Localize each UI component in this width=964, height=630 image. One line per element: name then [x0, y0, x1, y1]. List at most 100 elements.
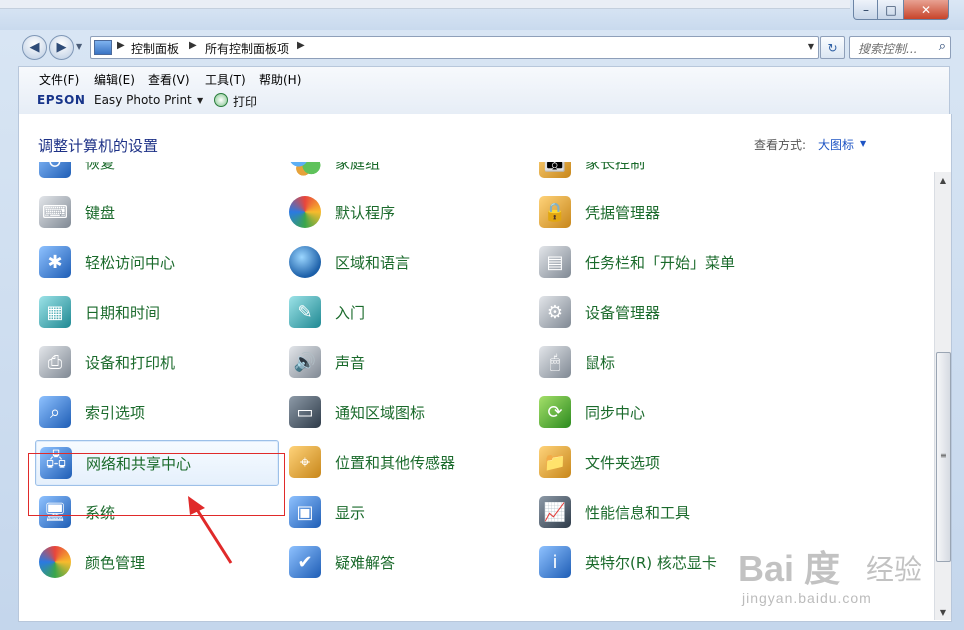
- title-bar[interactable]: – □ ✕: [0, 0, 964, 30]
- cp-item[interactable]: 区域和语言: [285, 240, 535, 284]
- sound-icon: 🔊: [289, 346, 321, 378]
- print-button[interactable]: 打印: [233, 93, 257, 110]
- close-button[interactable]: ✕: [903, 0, 949, 20]
- address-bar[interactable]: ▶ 控制面板 ▶ 所有控制面板项 ▶ ▼: [90, 36, 819, 59]
- chevron-down-icon[interactable]: ▼: [860, 139, 866, 148]
- cp-item[interactable]: ⌨ 键盘: [35, 190, 285, 234]
- chevron-right-icon[interactable]: ▶: [297, 40, 305, 51]
- chevron-right-icon[interactable]: ▶: [117, 40, 125, 51]
- watermark-logo: Bai 度: [738, 548, 841, 589]
- cp-item-label: 位置和其他传感器: [335, 453, 456, 472]
- scroll-up-icon[interactable]: ▲: [935, 172, 951, 188]
- forward-button[interactable]: ▶: [49, 35, 74, 60]
- homegroup-icon: [289, 162, 321, 178]
- cp-item[interactable]: 颜色管理: [35, 540, 285, 584]
- cp-item-label: 同步中心: [585, 403, 646, 422]
- cp-item[interactable]: 🔒 凭据管理器: [535, 190, 785, 234]
- troubleshooting-icon: ✔: [289, 546, 321, 578]
- cp-item-label: 键盘: [85, 203, 116, 222]
- cp-item[interactable]: ⌕ 索引选项: [35, 390, 285, 434]
- watermark-url: jingyan.baidu.com: [742, 590, 872, 606]
- view-by-dropdown[interactable]: 大图标: [818, 136, 854, 153]
- baidu-watermark: Bai 度 经验 jingyan.baidu.com: [738, 540, 948, 610]
- location-sensors-icon: ⌖: [289, 446, 321, 478]
- easy-photo-print-button[interactable]: Easy Photo Print: [94, 93, 192, 107]
- refresh-button[interactable]: ↻: [820, 36, 845, 59]
- minimize-button[interactable]: –: [853, 0, 879, 20]
- cp-item[interactable]: ✎ 入门: [285, 290, 535, 334]
- sync-center-icon: ⟳: [539, 396, 571, 428]
- date-time-icon: ▦: [39, 296, 71, 328]
- menu-edit[interactable]: 编辑(E): [94, 71, 135, 88]
- cp-item-label: 家长控制: [585, 162, 646, 172]
- default-programs-icon: [289, 196, 321, 228]
- cp-item[interactable]: ▣ 显示: [285, 490, 535, 534]
- cp-item[interactable]: ✔ 疑难解答: [285, 540, 535, 584]
- region-language-icon: [289, 246, 321, 278]
- cp-item-label: 凭据管理器: [585, 203, 661, 222]
- indexing-options-icon: ⌕: [39, 396, 71, 428]
- cp-item[interactable]: 🔊 声音: [285, 340, 535, 384]
- performance-icon: 📈: [539, 496, 571, 528]
- watermark-text: 经验: [866, 553, 923, 586]
- search-box[interactable]: 搜索控制... ⌕: [849, 36, 951, 59]
- search-input[interactable]: 搜索控制...: [858, 40, 917, 57]
- address-dropdown-icon[interactable]: ▼: [808, 42, 814, 51]
- cp-item-label: 家庭组: [335, 162, 381, 172]
- keyboard-icon: ⌨: [39, 196, 71, 228]
- chevron-right-icon[interactable]: ▶: [189, 40, 197, 51]
- cp-item[interactable]: ⚙ 设备管理器: [535, 290, 785, 334]
- chevron-down-icon[interactable]: ▼: [197, 96, 203, 105]
- breadcrumb-control-panel[interactable]: 控制面板: [131, 40, 179, 57]
- print-icon[interactable]: [214, 93, 228, 107]
- mouse-icon: 🖱: [539, 346, 571, 378]
- credential-manager-icon: 🔒: [539, 196, 571, 228]
- ease-of-access-icon: ✱: [39, 246, 71, 278]
- cp-item[interactable]: 👪 家长控制: [535, 162, 785, 184]
- cp-item-label: 恢复: [85, 162, 116, 172]
- maximize-button[interactable]: □: [877, 0, 905, 20]
- view-by-label: 查看方式:: [754, 138, 807, 152]
- taskbar-start-menu-icon: ▤: [539, 246, 571, 278]
- cp-item[interactable]: ⌖ 位置和其他传感器: [285, 440, 535, 484]
- recovery-icon: ↺: [39, 162, 71, 178]
- cp-item-label: 入门: [335, 303, 366, 322]
- cp-item-label: 日期和时间: [85, 303, 161, 322]
- cp-item[interactable]: 📈 性能信息和工具: [535, 490, 785, 534]
- cp-item[interactable]: 家庭组: [285, 162, 535, 184]
- cp-item-label: 设备和打印机: [85, 353, 176, 372]
- cp-item[interactable]: ✱ 轻松访问中心: [35, 240, 285, 284]
- cp-item-label: 疑难解答: [335, 553, 396, 572]
- cp-item[interactable]: ▭ 通知区域图标: [285, 390, 535, 434]
- cp-item-label: 鼠标: [585, 353, 616, 372]
- back-button[interactable]: ◀: [22, 35, 47, 60]
- menu-view[interactable]: 查看(V): [148, 71, 190, 88]
- control-panel-icon: [94, 40, 112, 55]
- cp-item[interactable]: 🖱 鼠标: [535, 340, 785, 384]
- cp-item[interactable]: ↺ 恢复: [35, 162, 285, 184]
- search-icon[interactable]: ⌕: [939, 39, 946, 54]
- menu-file[interactable]: 文件(F): [39, 71, 79, 88]
- recent-pages-chevron-icon[interactable]: ▼: [76, 42, 82, 51]
- cp-item[interactable]: ⟳ 同步中心: [535, 390, 785, 434]
- intel-graphics-icon: i: [539, 546, 571, 578]
- cp-item[interactable]: ▤ 任务栏和「开始」菜单: [535, 240, 785, 284]
- parental-controls-icon: 👪: [539, 162, 571, 178]
- menu-tools[interactable]: 工具(T): [205, 71, 246, 88]
- cp-item-label: 区域和语言: [335, 253, 411, 272]
- menu-bar: 文件(F) 编辑(E) 查看(V) 工具(T) 帮助(H) EPSON Easy…: [18, 66, 950, 115]
- navigation-bar: ◀ ▶ ▼ ▶ 控制面板 ▶ 所有控制面板项 ▶ ▼ ↻ 搜索控制... ⌕: [0, 32, 964, 62]
- cp-item[interactable]: ⎙ 设备和打印机: [35, 340, 285, 384]
- grip-icon: ≡: [940, 451, 947, 460]
- device-manager-icon: ⚙: [539, 296, 571, 328]
- cp-item-label: 默认程序: [335, 203, 396, 222]
- cp-item[interactable]: ▦ 日期和时间: [35, 290, 285, 334]
- menu-help[interactable]: 帮助(H): [259, 71, 301, 88]
- cp-item-label: 显示: [335, 503, 366, 522]
- annotation-highlight-box: [28, 453, 285, 516]
- cp-item[interactable]: 默认程序: [285, 190, 535, 234]
- scroll-thumb[interactable]: ≡: [936, 352, 951, 562]
- breadcrumb-all-items[interactable]: 所有控制面板项: [205, 40, 289, 57]
- page-title: 调整计算机的设置: [38, 137, 159, 155]
- cp-item[interactable]: 📁 文件夹选项: [535, 440, 785, 484]
